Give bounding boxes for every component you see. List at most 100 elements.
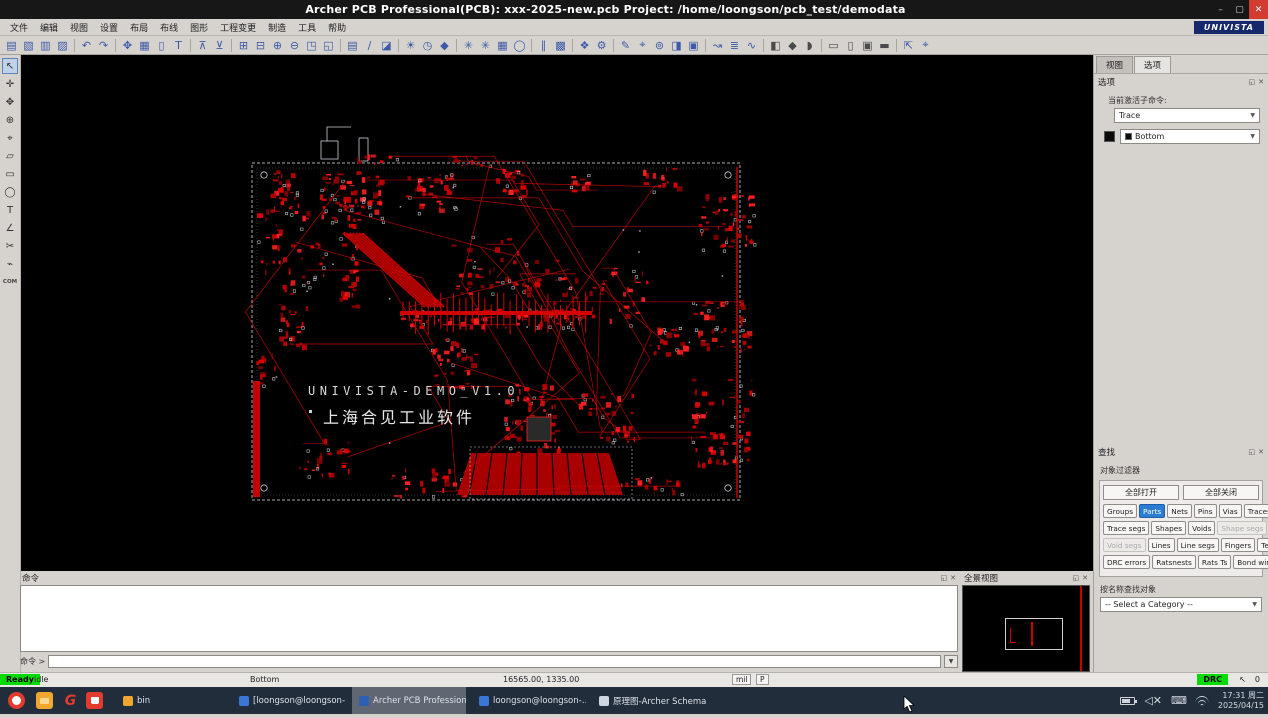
view-split-3-icon[interactable]: ▣ [859,37,876,53]
settings-gear-icon[interactable]: ⚙ [593,37,610,53]
select-tool-icon[interactable]: ↖ [2,58,18,74]
close-panel-icon[interactable]: ✕ [950,574,956,582]
battery-icon[interactable] [1120,697,1135,705]
measure-tool-icon[interactable]: ∠ [2,220,18,236]
menu-item-2[interactable]: 视图 [64,19,94,36]
slash-icon[interactable]: ∕ [361,37,378,53]
menu-item-7[interactable]: 工程变更 [214,19,262,36]
browser-icon[interactable] [8,692,25,709]
pen-probe-icon[interactable]: ⌖ [634,37,651,53]
volume-muted-icon[interactable]: ◁✕ [1144,694,1162,707]
zoom-selection-icon[interactable]: ◱ [320,37,337,53]
filter-trace-segs[interactable]: Trace segs [1103,521,1149,535]
clock[interactable]: 17:31 周二 2025/04/15 [1218,691,1264,711]
float-panel-icon[interactable]: ◱ [1249,448,1256,456]
command-input[interactable] [48,655,941,668]
route-icon[interactable]: ↝ [709,37,726,53]
copy-icon[interactable]: ▦ [136,37,153,53]
menu-item-10[interactable]: 帮助 [322,19,352,36]
filter-traces[interactable]: Traces [1244,504,1268,518]
target-tool-icon[interactable]: ⌖ [2,130,18,146]
all-on-button[interactable]: 全部打开 [1103,485,1179,500]
tab-view[interactable]: 视图 [1096,56,1133,73]
zoom-probe-icon[interactable]: ⊚ [651,37,668,53]
app-store-icon[interactable] [86,692,103,709]
pen-icon[interactable]: ✎ [617,37,634,53]
open-window-icon[interactable]: ▨ [54,37,71,53]
filter-ratsnests[interactable]: Ratsnests [1152,555,1196,569]
grid-toggle-icon[interactable]: ▦ [494,37,511,53]
zoom-previous-icon[interactable]: ⊟ [252,37,269,53]
command-dropdown[interactable]: Trace ▼ [1114,108,1260,123]
layer-stack-icon[interactable]: ≣ [726,37,743,53]
tab-options[interactable]: 选项 [1134,56,1171,73]
menu-item-4[interactable]: 布局 [124,19,154,36]
taskbar-window-3[interactable]: loongson@loongson-… [472,687,586,714]
menu-item-3[interactable]: 设置 [94,19,124,36]
color-fill-icon[interactable]: ◆ [436,37,453,53]
close-button[interactable]: ✕ [1249,0,1268,19]
text-tool-icon[interactable]: T [2,202,18,218]
unrats-all-icon[interactable]: ✳ [460,37,477,53]
unlock-icon[interactable]: ⊻ [211,37,228,53]
doc-text-icon[interactable]: ▣ [685,37,702,53]
filter-groups[interactable]: Groups [1103,504,1137,518]
export-view-icon[interactable]: ⇱ [900,37,917,53]
zoom-in-icon[interactable]: ⊕ [269,37,286,53]
close-panel-icon[interactable]: ✕ [1082,574,1088,582]
menu-item-6[interactable]: 图形 [184,19,214,36]
filter-bond-wires[interactable]: Bond wires [1233,555,1268,569]
close-panel-icon[interactable]: ✕ [1258,78,1264,86]
zoom-window-icon[interactable]: ⊞ [235,37,252,53]
rect-tool-icon[interactable]: ▭ [2,166,18,182]
filter-parts[interactable]: Parts [1139,504,1165,518]
doc-flag-icon[interactable]: ◨ [668,37,685,53]
layer-color-swatch[interactable] [1104,131,1115,142]
wifi-icon[interactable] [1196,696,1209,706]
align-icon[interactable]: ∥ [535,37,552,53]
pad-dark-icon[interactable]: ◧ [767,37,784,53]
filter-fingers[interactable]: Fingers [1221,538,1255,552]
category-dropdown[interactable]: -- Select a Category -- ▼ [1100,597,1262,612]
lock-icon[interactable]: ⊼ [194,37,211,53]
filter-rats-ts[interactable]: Rats Ts [1198,555,1231,569]
p-button[interactable]: P [756,674,769,685]
taskbar-window-4[interactable]: 原理图-Archer Schemat… [592,687,706,714]
filter-vias[interactable]: Vias [1219,504,1242,518]
keyboard-icon[interactable]: ⌨ [1171,694,1187,707]
pan-tool-icon[interactable]: ✥ [2,94,18,110]
zoom-tool-icon[interactable]: ⊕ [2,112,18,128]
polygon-tool-icon[interactable]: ▱ [2,148,18,164]
taskbar-window-1[interactable]: [loongson@loongson-… [232,687,346,714]
overview-map[interactable] [962,585,1090,672]
open-design-icon[interactable]: ▧ [20,37,37,53]
clock-icon[interactable]: ◷ [419,37,436,53]
filter-texts[interactable]: Texts [1257,538,1268,552]
pcb-canvas[interactable]: UNIVISTA-DEMO_V1.0上海合见工业软件 [21,55,1093,571]
filter-line-segs[interactable]: Line segs [1177,538,1219,552]
app-g-icon[interactable]: G [62,692,79,709]
filter-nets[interactable]: Nets [1167,504,1192,518]
wave-icon[interactable]: ∿ [743,37,760,53]
redo-icon[interactable]: ↷ [95,37,112,53]
circle-tool-icon[interactable]: ◯ [2,184,18,200]
maximize-button[interactable]: ▢ [1230,0,1249,19]
delete-icon[interactable]: ▯ [153,37,170,53]
measure-probe-icon[interactable]: ⌖ [917,37,934,53]
menu-item-0[interactable]: 文件 [4,19,34,36]
units-button[interactable]: mil [732,674,751,685]
close-panel-icon[interactable]: ✕ [1258,448,1264,456]
origin-circle-icon[interactable]: ◯ [511,37,528,53]
menu-item-9[interactable]: 工具 [292,19,322,36]
console-output[interactable] [20,585,958,652]
cut-tool-icon[interactable]: ✂ [2,238,18,254]
float-panel-icon[interactable]: ◱ [1249,78,1256,86]
new-window-icon[interactable]: ▥ [37,37,54,53]
save-view-icon[interactable]: ◪ [378,37,395,53]
minimize-button[interactable]: – [1211,0,1230,19]
via-dark-icon[interactable]: ◆ [784,37,801,53]
taskbar-window-0[interactable]: bin [116,687,170,714]
com-tool-icon[interactable]: COM [2,274,18,290]
highlight-icon[interactable]: ☀ [402,37,419,53]
pick-tool-icon[interactable]: ✛ [2,76,18,92]
